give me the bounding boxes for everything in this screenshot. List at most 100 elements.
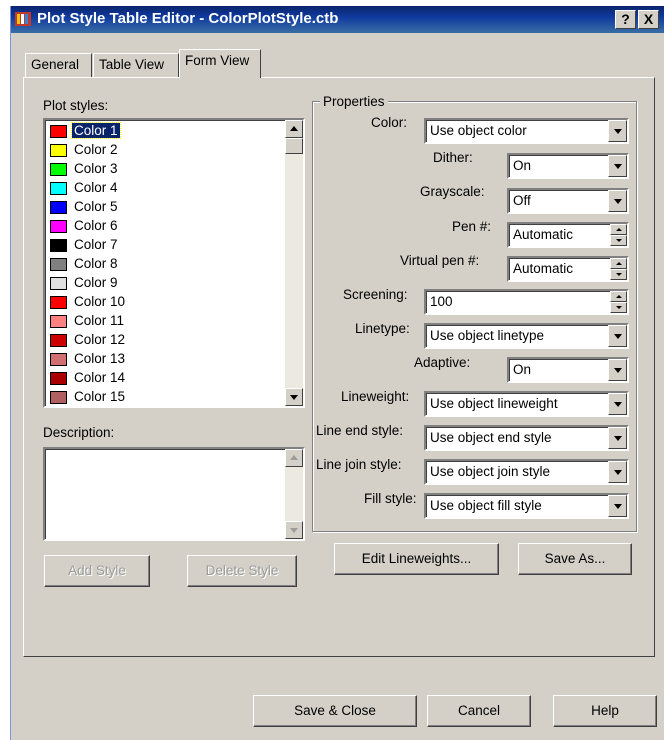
chevron-down-icon	[614, 129, 622, 134]
fill-style-dropdown-button[interactable]	[608, 495, 627, 517]
tab-form-view[interactable]: Form View	[179, 49, 261, 78]
plot-style-label: Color 14	[74, 370, 126, 385]
virtual-pen-spin-buttons[interactable]	[610, 258, 627, 280]
grayscale-dropdown-button[interactable]	[608, 190, 627, 212]
description-scrollbar	[285, 449, 303, 539]
plot-style-list-item[interactable]: Color 12	[48, 331, 278, 350]
plot-style-list-item[interactable]: Color 14	[48, 369, 278, 388]
plot-style-list-item[interactable]: Color 3	[48, 160, 278, 179]
color-swatch	[50, 391, 67, 404]
plot-style-list-item[interactable]: Color 1	[48, 122, 278, 141]
arrow-up-icon	[616, 228, 622, 231]
pen-number-spinner[interactable]: Automatic	[507, 222, 629, 248]
chevron-down-icon	[614, 402, 622, 407]
edit-lineweights-button[interactable]: Edit Lineweights...	[334, 543, 499, 575]
lineweight-dropdown-button[interactable]	[608, 393, 627, 415]
grayscale-value: Off	[513, 193, 531, 208]
plot-style-list-item[interactable]: Color 6	[48, 217, 278, 236]
fill-style-dropdown[interactable]: Use object fill style	[424, 493, 629, 519]
tab-table-view[interactable]: Table View	[93, 53, 179, 77]
form-view-panel: Plot styles: Color 1 Color 2 Color 3 Color …	[23, 77, 655, 657]
plot-style-list-item[interactable]: Color 13	[48, 350, 278, 369]
screening-spin-buttons[interactable]	[610, 291, 627, 313]
color-swatch	[50, 239, 67, 252]
arrow-down-icon	[616, 273, 622, 276]
scroll-up-button[interactable]	[285, 120, 303, 138]
close-title-button[interactable]: X	[638, 10, 659, 29]
spin-up-button[interactable]	[610, 291, 627, 302]
properties-legend: Properties	[320, 94, 388, 109]
linetype-label: Linetype:	[355, 321, 410, 336]
plot-style-label: Color 2	[74, 142, 118, 157]
arrow-down-icon	[290, 395, 298, 400]
arrow-up-icon	[290, 126, 298, 131]
spin-down-button[interactable]	[610, 269, 627, 280]
color-swatch	[50, 163, 67, 176]
adaptive-dropdown[interactable]: On	[507, 357, 629, 383]
description-textarea[interactable]	[43, 447, 305, 541]
plot-style-label: Color 9	[74, 275, 118, 290]
grayscale-dropdown[interactable]: Off	[507, 188, 629, 214]
fill-style-label: Fill style:	[364, 491, 417, 506]
scroll-down-button[interactable]	[285, 388, 303, 406]
plot-styles-list[interactable]: Color 1 Color 2 Color 3 Color 4 Color 5 Color…	[43, 118, 305, 408]
linetype-dropdown-button[interactable]	[608, 325, 627, 347]
chevron-down-icon	[614, 334, 622, 339]
plot-style-list-item[interactable]: Color 4	[48, 179, 278, 198]
plot-style-label: Color 6	[74, 218, 118, 233]
pen-number-spin-buttons[interactable]	[610, 224, 627, 246]
line-join-style-dropdown-button[interactable]	[608, 461, 627, 483]
color-swatch	[50, 201, 67, 214]
color-swatch	[50, 144, 67, 157]
plot-style-list-item[interactable]: Color 8	[48, 255, 278, 274]
plot-style-list-item[interactable]: Color 10	[48, 293, 278, 312]
virtual-pen-spinner[interactable]: Automatic	[507, 256, 629, 282]
plot-style-list-item[interactable]: Color 15	[48, 388, 278, 407]
spin-down-button[interactable]	[610, 235, 627, 246]
plot-style-list-item[interactable]: Color 9	[48, 274, 278, 293]
lineweight-value: Use object lineweight	[430, 396, 558, 411]
line-end-style-label: Line end style:	[316, 423, 404, 438]
color-dropdown-button[interactable]	[608, 120, 627, 142]
color-swatch	[50, 334, 67, 347]
plot-style-list-item[interactable]: Color 11	[48, 312, 278, 331]
lineweight-dropdown[interactable]: Use object lineweight	[424, 391, 629, 417]
save-as-button[interactable]: Save As...	[518, 543, 632, 575]
plot-styles-label: Plot styles:	[43, 98, 109, 113]
save-close-button[interactable]: Save & Close	[253, 695, 417, 727]
chevron-down-icon	[614, 199, 622, 204]
plot-styles-scrollbar[interactable]	[285, 120, 303, 406]
dither-dropdown-button[interactable]	[608, 155, 627, 177]
virtual-pen-label: Virtual pen #:	[400, 253, 480, 268]
spin-up-button[interactable]	[610, 224, 627, 235]
cancel-button[interactable]: Cancel	[427, 695, 531, 727]
screening-spinner[interactable]: 100	[424, 289, 629, 315]
plot-style-list-item[interactable]: Color 7	[48, 236, 278, 255]
line-end-style-dropdown[interactable]: Use object end style	[424, 425, 629, 451]
grayscale-label: Grayscale:	[420, 184, 485, 199]
adaptive-value: On	[513, 362, 532, 377]
spin-up-button[interactable]	[610, 258, 627, 269]
line-join-style-dropdown[interactable]: Use object join style	[424, 459, 629, 485]
linetype-value: Use object linetype	[430, 328, 545, 343]
color-dropdown[interactable]: Use object color	[424, 118, 629, 144]
linetype-dropdown[interactable]: Use object linetype	[424, 323, 629, 349]
chevron-down-icon	[614, 436, 622, 441]
chevron-down-icon	[614, 504, 622, 509]
line-join-style-value: Use object join style	[430, 464, 551, 479]
scroll-thumb[interactable]	[285, 138, 303, 154]
delete-style-button: Delete Style	[187, 555, 297, 587]
adaptive-dropdown-button[interactable]	[608, 359, 627, 381]
help-button[interactable]: Help	[553, 695, 657, 727]
plot-style-list-item[interactable]: Color 5	[48, 198, 278, 217]
spin-down-button[interactable]	[610, 302, 627, 313]
help-title-button[interactable]: ?	[615, 10, 636, 29]
plot-style-app-icon	[15, 12, 31, 26]
dither-dropdown[interactable]: On	[507, 153, 629, 179]
plot-style-label: Color 4	[74, 180, 118, 195]
plot-style-list-item[interactable]: Color 2	[48, 141, 278, 160]
plot-style-label: Color 5	[74, 199, 118, 214]
color-swatch	[50, 220, 67, 233]
line-end-style-dropdown-button[interactable]	[608, 427, 627, 449]
tab-general[interactable]: General	[25, 53, 92, 77]
